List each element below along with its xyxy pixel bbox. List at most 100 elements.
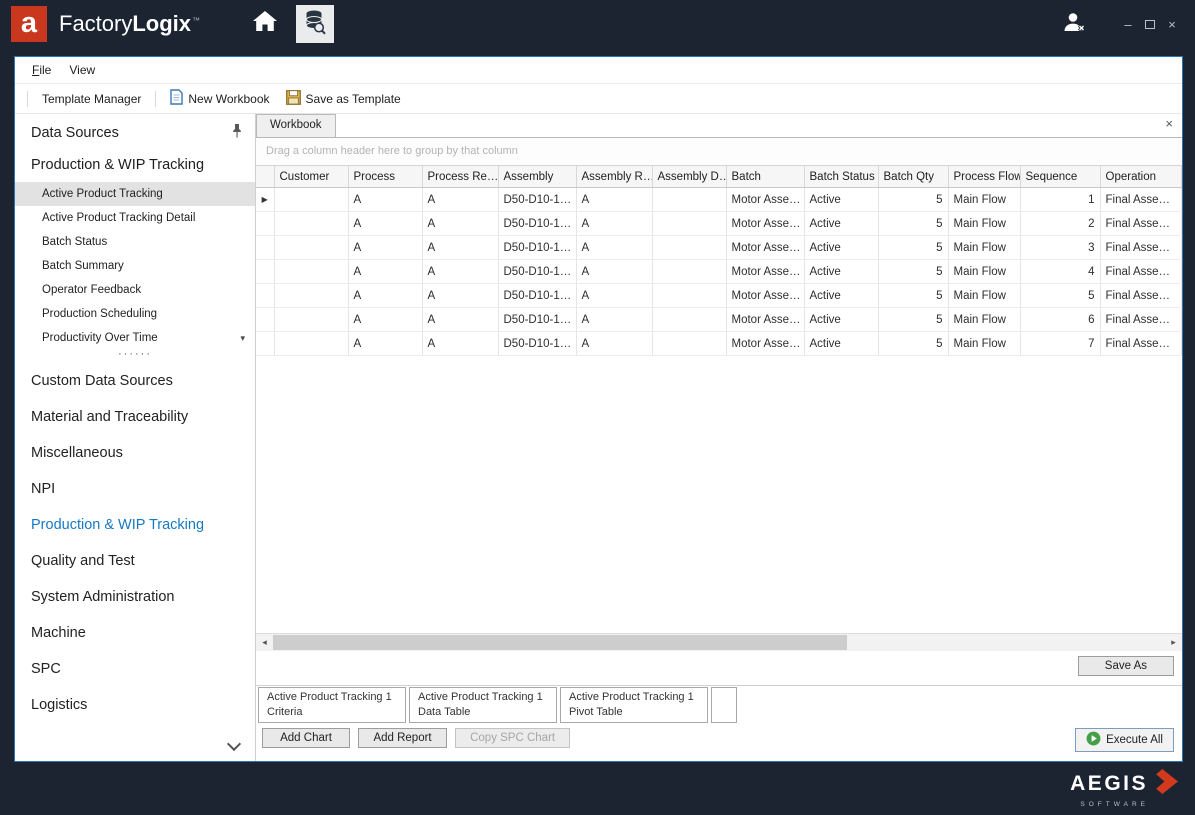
- add-chart-button[interactable]: Add Chart: [262, 728, 350, 748]
- column-header-operation[interactable]: Operation: [1100, 166, 1182, 188]
- close-button[interactable]: ×: [1161, 18, 1183, 31]
- footer: AEGIS SOFTWARE: [0, 760, 1195, 815]
- toolbar-separator: [155, 91, 156, 107]
- cell: A: [348, 308, 422, 332]
- database-search-icon: [305, 9, 326, 40]
- execute-all-button[interactable]: Execute All: [1075, 728, 1174, 752]
- bottom-tab-stub[interactable]: [711, 687, 737, 723]
- new-workbook-button[interactable]: New Workbook: [162, 86, 277, 111]
- user-signout-button[interactable]: [1055, 5, 1093, 43]
- cell: A: [348, 188, 422, 212]
- save-as-button[interactable]: Save As: [1078, 656, 1174, 676]
- bottom-tab-pivot-table[interactable]: Active Product Tracking 1Pivot Table: [560, 687, 708, 723]
- minimize-button[interactable]: –: [1117, 18, 1139, 31]
- cell: [652, 308, 726, 332]
- cell: A: [348, 284, 422, 308]
- scroll-right-arrow[interactable]: ▸: [1165, 634, 1182, 651]
- cell: [274, 260, 348, 284]
- table-row[interactable]: ▶AAD50-D10-1…AMotor Asse…Active5Main Flo…: [256, 188, 1182, 212]
- sidebar-item-active-product-tracking[interactable]: Active Product Tracking: [15, 182, 255, 206]
- column-header-assembly[interactable]: Assembly: [498, 166, 576, 188]
- column-header-assembly-d[interactable]: Assembly D…: [652, 166, 726, 188]
- column-header-process[interactable]: Process: [348, 166, 422, 188]
- cell: Main Flow: [948, 308, 1020, 332]
- data-explorer-button[interactable]: [296, 5, 334, 43]
- cell: Motor Asse…: [726, 308, 804, 332]
- sidebar-category-spc[interactable]: SPC: [15, 651, 255, 687]
- sidebar-category-material-and-traceability[interactable]: Material and Traceability: [15, 399, 255, 435]
- data-source-list: Active Product TrackingActive Product Tr…: [15, 182, 255, 350]
- sidebar-category-system-administration[interactable]: System Administration: [15, 579, 255, 615]
- workbook-tabstrip: Workbook ×: [256, 114, 1182, 138]
- table-row[interactable]: AAD50-D10-1…AMotor Asse…Active5Main Flow…: [256, 332, 1182, 356]
- bottom-tab-criteria[interactable]: Active Product Tracking 1Criteria: [258, 687, 406, 723]
- cell: [274, 188, 348, 212]
- column-header-customer[interactable]: Customer: [274, 166, 348, 188]
- sidebar-category-production-wip-tracking[interactable]: Production & WIP Tracking: [15, 507, 255, 543]
- scroll-down-arrow-icon[interactable]: ▾: [240, 326, 245, 350]
- pin-button[interactable]: [231, 124, 243, 142]
- sidebar-item-production-scheduling[interactable]: Production Scheduling: [15, 302, 255, 326]
- sidebar-item-operator-feedback[interactable]: Operator Feedback: [15, 278, 255, 302]
- cell: [652, 188, 726, 212]
- table-row[interactable]: AAD50-D10-1…AMotor Asse…Active5Main Flow…: [256, 260, 1182, 284]
- bottom-tab-data-table[interactable]: Active Product Tracking 1Data Table: [409, 687, 557, 723]
- cell: Main Flow: [948, 332, 1020, 356]
- chevron-down-icon[interactable]: [227, 737, 241, 751]
- copy-spc-chart-button[interactable]: Copy SPC Chart: [455, 728, 570, 748]
- tab-workbook[interactable]: Workbook: [256, 114, 336, 137]
- menu-file[interactable]: File: [23, 60, 60, 80]
- toolbar: Template Manager New Workbook Save as Te…: [15, 84, 1182, 114]
- sidebar-category-quality-and-test[interactable]: Quality and Test: [15, 543, 255, 579]
- sidebar-category-custom-data-sources[interactable]: Custom Data Sources: [15, 363, 255, 399]
- cell: [274, 308, 348, 332]
- close-icon[interactable]: ×: [1165, 116, 1173, 131]
- maximize-button[interactable]: [1139, 18, 1161, 31]
- add-report-button[interactable]: Add Report: [358, 728, 446, 748]
- row-indicator-header: [256, 166, 274, 188]
- column-header-batch-status[interactable]: Batch Status: [804, 166, 878, 188]
- column-header-process-re[interactable]: Process Re…: [422, 166, 498, 188]
- aegis-brand: AEGIS SOFTWARE: [1070, 768, 1179, 808]
- scroll-left-arrow[interactable]: ◂: [256, 634, 273, 651]
- sidebar-category-machine[interactable]: Machine: [15, 615, 255, 651]
- window-controls: – ×: [1117, 18, 1183, 31]
- sidebar-item-batch-summary[interactable]: Batch Summary: [15, 254, 255, 278]
- cell: Motor Asse…: [726, 188, 804, 212]
- column-header-assembly-r[interactable]: Assembly R…: [576, 166, 652, 188]
- cell: [274, 236, 348, 260]
- horizontal-scrollbar[interactable]: ◂ ▸: [256, 633, 1182, 651]
- menu-view[interactable]: View: [60, 60, 104, 80]
- column-header-batch-qty[interactable]: Batch Qty: [878, 166, 948, 188]
- sidebar-category-npi[interactable]: NPI: [15, 471, 255, 507]
- sidebar-item-batch-status[interactable]: Batch Status: [15, 230, 255, 254]
- sidebar-item-productivity-over-time[interactable]: Productivity Over Time▾: [15, 326, 255, 350]
- table-row[interactable]: AAD50-D10-1…AMotor Asse…Active5Main Flow…: [256, 212, 1182, 236]
- app-logo: a: [11, 6, 47, 42]
- main-panel: Workbook × Drag a column header here to …: [256, 114, 1182, 761]
- cell: Motor Asse…: [726, 284, 804, 308]
- group-by-dropzone[interactable]: Drag a column header here to group by th…: [256, 138, 1182, 166]
- scrollbar-thumb[interactable]: [273, 635, 847, 650]
- sidebar-expanded-group-title[interactable]: Production & WIP Tracking: [15, 148, 255, 182]
- save-as-template-button[interactable]: Save as Template: [278, 87, 409, 111]
- new-workbook-icon: [170, 89, 183, 108]
- column-header-batch[interactable]: Batch: [726, 166, 804, 188]
- home-button[interactable]: [246, 5, 284, 43]
- table-row[interactable]: AAD50-D10-1…AMotor Asse…Active5Main Flow…: [256, 236, 1182, 260]
- aegis-logo-icon: [1152, 768, 1179, 800]
- cell: D50-D10-1…: [498, 284, 576, 308]
- template-manager-button[interactable]: Template Manager: [34, 89, 149, 109]
- table-row[interactable]: AAD50-D10-1…AMotor Asse…Active5Main Flow…: [256, 284, 1182, 308]
- sidebar-category-miscellaneous[interactable]: Miscellaneous: [15, 435, 255, 471]
- column-header-process-flow[interactable]: Process Flow: [948, 166, 1020, 188]
- table-row[interactable]: AAD50-D10-1…AMotor Asse…Active5Main Flow…: [256, 308, 1182, 332]
- cell: Main Flow: [948, 236, 1020, 260]
- sidebar-item-active-product-tracking-detail[interactable]: Active Product Tracking Detail: [15, 206, 255, 230]
- column-header-sequence[interactable]: Sequence: [1020, 166, 1100, 188]
- sidebar-category-logistics[interactable]: Logistics: [15, 687, 255, 723]
- app-title: FactoryLogix™: [59, 11, 200, 37]
- cell: A: [576, 236, 652, 260]
- trademark-symbol: ™: [192, 16, 200, 25]
- bottom-tab-line2: Pivot Table: [569, 705, 697, 720]
